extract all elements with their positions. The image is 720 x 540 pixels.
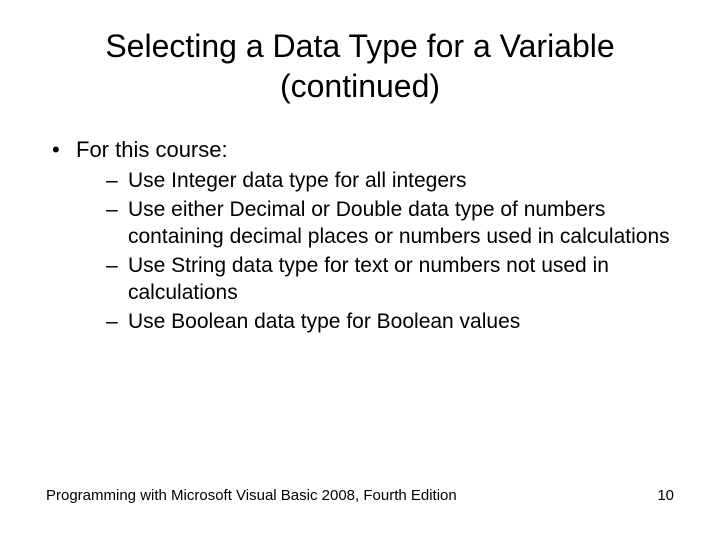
bullet-main: For this course: Use Integer data type f… xyxy=(46,136,674,335)
slide-title: Selecting a Data Type for a Variable (co… xyxy=(0,0,720,106)
footer-page-number: 10 xyxy=(657,487,674,504)
bullet-list-level2: Use Integer data type for all integers U… xyxy=(76,168,674,335)
bullet-main-text: For this course: xyxy=(76,137,228,162)
bullet-list-level1: For this course: Use Integer data type f… xyxy=(46,136,674,335)
sub-bullet: Use either Decimal or Double data type o… xyxy=(102,197,674,251)
title-line-2: (continued) xyxy=(280,68,440,104)
sub-bullet: Use Integer data type for all integers xyxy=(102,168,674,195)
sub-bullet-text: Use String data type for text or numbers… xyxy=(128,254,609,304)
sub-bullet-text: Use Boolean data type for Boolean values xyxy=(128,310,520,333)
sub-bullet: Use String data type for text or numbers… xyxy=(102,253,674,307)
sub-bullet-text: Use Integer data type for all integers xyxy=(128,169,467,192)
sub-bullet: Use Boolean data type for Boolean values xyxy=(102,309,674,336)
slide-body: For this course: Use Integer data type f… xyxy=(0,106,720,335)
sub-bullet-text: Use either Decimal or Double data type o… xyxy=(128,198,670,248)
slide-footer: Programming with Microsoft Visual Basic … xyxy=(46,487,674,504)
slide: Selecting a Data Type for a Variable (co… xyxy=(0,0,720,540)
title-line-1: Selecting a Data Type for a Variable xyxy=(105,28,614,64)
footer-book-title: Programming with Microsoft Visual Basic … xyxy=(46,487,457,504)
